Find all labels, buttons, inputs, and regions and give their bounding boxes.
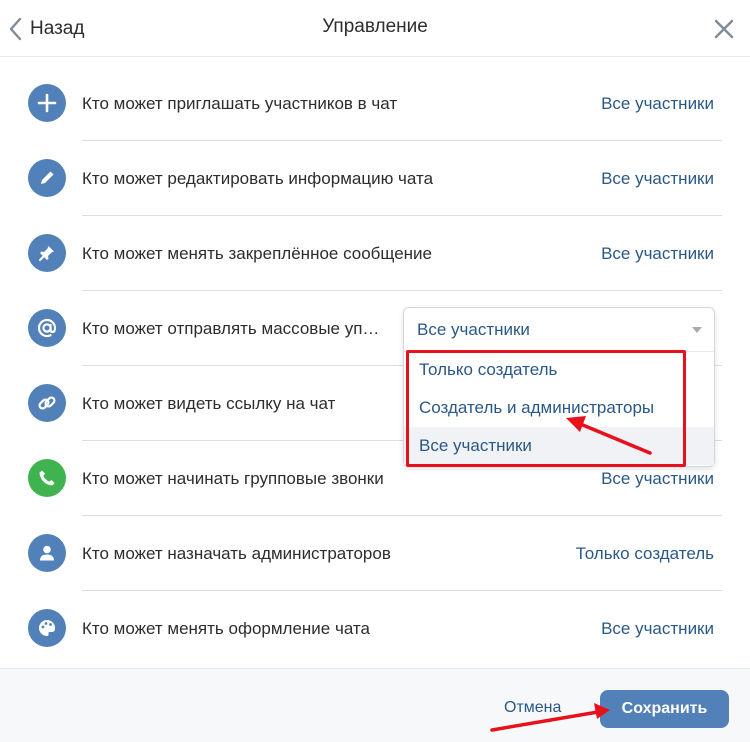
setting-label: Кто может менять закреплённое сообщение <box>82 244 433 263</box>
setting-label: Кто может отправлять массовые уп… <box>82 319 380 338</box>
modal-header: Назад Управление <box>0 0 750 57</box>
plus-icon <box>28 84 66 122</box>
modal-footer: Отмена Сохранить <box>0 668 750 742</box>
dropdown-option-label: Все участники <box>419 436 532 455</box>
setting-value-dropdown[interactable]: Все участники <box>601 244 714 264</box>
setting-label: Кто может назначать администраторов <box>82 544 391 563</box>
setting-label: Кто может редактировать информацию чата <box>82 169 434 188</box>
close-icon[interactable] <box>712 17 736 41</box>
pin-icon <box>28 234 66 272</box>
setting-value-dropdown[interactable]: Все участники <box>601 619 714 639</box>
save-button[interactable]: Сохранить <box>600 690 729 728</box>
person-icon <box>28 534 66 572</box>
setting-label: Кто может приглашать участников в чат <box>82 94 398 113</box>
dropdown-option-label: Только создатель <box>419 360 558 379</box>
setting-value-dropdown[interactable]: Только создатель <box>576 544 714 564</box>
setting-label: Кто может менять оформление чата <box>82 619 370 638</box>
setting-value-dropdown[interactable]: Все участники <box>601 94 714 114</box>
cancel-button[interactable]: Отмена <box>504 699 561 717</box>
setting-row-admins[interactable]: Кто может назначать администраторов Толь… <box>0 516 750 591</box>
permission-dropdown[interactable]: Все участники Только создатель Создатель… <box>403 307 715 467</box>
phone-icon <box>28 459 66 497</box>
setting-label: Кто может видеть ссылку на чат <box>82 394 336 413</box>
dropdown-option-creator-and-admins[interactable]: Создатель и администраторы <box>404 389 714 427</box>
setting-value-dropdown[interactable]: Все участники <box>601 169 714 189</box>
setting-row-appearance[interactable]: Кто может менять оформление чата Все уча… <box>0 591 750 666</box>
link-icon <box>28 384 66 422</box>
page-title: Управление <box>322 16 428 37</box>
setting-row-pinned[interactable]: Кто может менять закреплённое сообщение … <box>0 216 750 291</box>
dropdown-option-creator-only[interactable]: Только создатель <box>404 351 714 389</box>
setting-value-dropdown[interactable]: Все участники <box>601 469 714 489</box>
dropdown-selected[interactable]: Все участники <box>404 308 714 352</box>
setting-row-invite[interactable]: Кто может приглашать участников в чат Вс… <box>0 66 750 141</box>
dropdown-selected-text: Все участники <box>417 320 530 339</box>
pencil-icon <box>28 159 66 197</box>
dropdown-option-all-members[interactable]: Все участники <box>404 427 714 465</box>
dropdown-option-label: Создатель и администраторы <box>419 398 655 417</box>
palette-icon <box>28 609 66 647</box>
setting-row-edit-info[interactable]: Кто может редактировать информацию чата … <box>0 141 750 216</box>
at-sign-icon <box>28 309 66 347</box>
setting-label: Кто может начинать групповые звонки <box>82 469 384 488</box>
caret-down-icon <box>692 327 702 333</box>
